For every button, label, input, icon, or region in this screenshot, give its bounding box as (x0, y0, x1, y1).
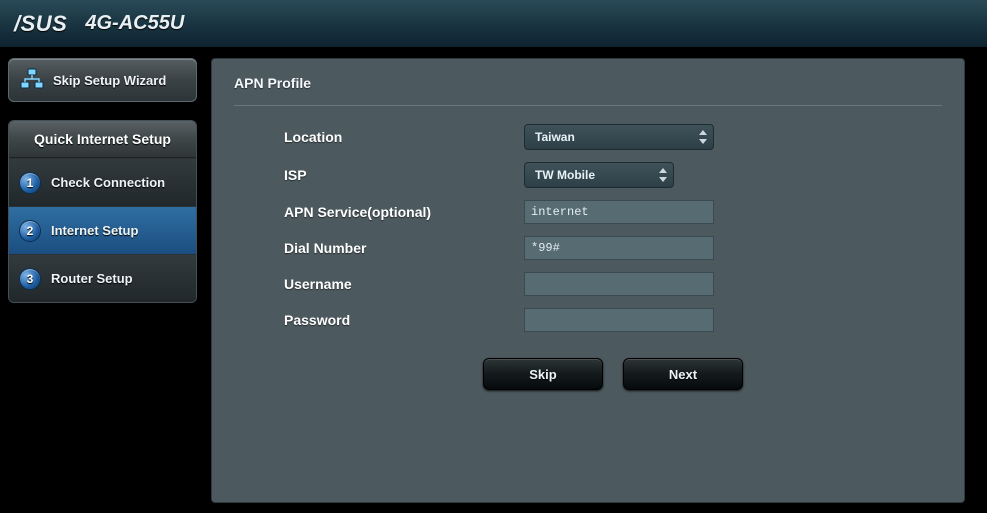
apn-service-input[interactable] (524, 200, 714, 224)
label-location: Location (284, 129, 524, 145)
apn-form: Location Taiwan ISP TW Mobile (234, 124, 942, 390)
next-button[interactable]: Next (623, 358, 743, 390)
action-buttons: Skip Next (284, 358, 942, 390)
skip-setup-wizard-button[interactable]: Skip Setup Wizard (8, 58, 197, 102)
step-router-setup[interactable]: 3 Router Setup (9, 254, 196, 302)
sidebar: Skip Setup Wizard Quick Internet Setup 1… (0, 48, 205, 513)
username-input[interactable] (524, 272, 714, 296)
step-check-connection[interactable]: 1 Check Connection (9, 158, 196, 206)
model-name: 4G-AC55U (85, 12, 184, 35)
dial-number-input[interactable] (524, 236, 714, 260)
label-dial: Dial Number (284, 240, 524, 256)
step-internet-setup[interactable]: 2 Internet Setup (9, 206, 196, 254)
step-number: 1 (19, 172, 41, 194)
apn-profile-panel: APN Profile Location Taiwan ISP (211, 58, 965, 503)
header-bar: /SUS 4G-AC55U (0, 0, 987, 48)
brand-logo: /SUS (14, 11, 67, 37)
label-username: Username (284, 276, 524, 292)
row-location: Location Taiwan (284, 124, 942, 150)
row-username: Username (284, 272, 942, 296)
step-label: Check Connection (51, 175, 165, 190)
location-select[interactable]: Taiwan (524, 124, 714, 150)
password-input[interactable] (524, 308, 714, 332)
step-label: Router Setup (51, 271, 133, 286)
label-apn: APN Service(optional) (284, 204, 524, 220)
step-label: Internet Setup (51, 223, 138, 238)
main-area: APN Profile Location Taiwan ISP (205, 48, 987, 513)
label-password: Password (284, 312, 524, 328)
quick-internet-setup-title: Quick Internet Setup (9, 121, 196, 158)
quick-internet-setup-box: Quick Internet Setup 1 Check Connection … (8, 120, 197, 303)
isp-select[interactable]: TW Mobile (524, 162, 674, 188)
skip-button[interactable]: Skip (483, 358, 603, 390)
row-dial: Dial Number (284, 236, 942, 260)
body: Skip Setup Wizard Quick Internet Setup 1… (0, 48, 987, 513)
row-password: Password (284, 308, 942, 332)
skip-setup-wizard-label: Skip Setup Wizard (53, 73, 166, 88)
network-icon (19, 68, 45, 93)
row-isp: ISP TW Mobile (284, 162, 942, 188)
label-isp: ISP (284, 167, 524, 183)
row-apn: APN Service(optional) (284, 200, 942, 224)
step-number: 3 (19, 268, 41, 290)
step-number: 2 (19, 220, 41, 242)
panel-title: APN Profile (234, 75, 942, 106)
